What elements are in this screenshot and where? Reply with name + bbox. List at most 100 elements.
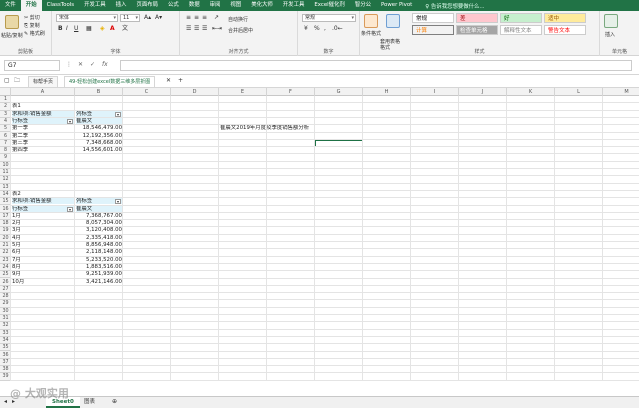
row-filter-icon[interactable]: ▾: [67, 206, 73, 212]
ribbon-tab[interactable]: 审阅: [205, 0, 226, 11]
align-center-icon[interactable]: ☰: [194, 25, 199, 33]
ribbon-tab[interactable]: 视图: [225, 0, 246, 11]
column-header[interactable]: J: [459, 88, 507, 96]
doc-tab-home[interactable]: 标帮手页: [28, 76, 59, 87]
paste-button[interactable]: 粘贴/复制: [1, 32, 23, 39]
align-left-icon[interactable]: ☰: [186, 25, 191, 33]
ribbon-tab[interactable]: 公式: [163, 0, 184, 11]
ribbon-tab[interactable]: 开始: [20, 0, 42, 11]
border-icon[interactable]: ▦: [86, 25, 92, 33]
scroll-left-icon[interactable]: ◂: [4, 398, 7, 406]
shrink-font-icon[interactable]: A▾: [155, 14, 162, 22]
column-header[interactable]: E: [219, 88, 267, 96]
ribbon-tab[interactable]: 开发工具: [278, 0, 310, 11]
column-header[interactable]: H: [363, 88, 411, 96]
font-size-select[interactable]: 11: [120, 14, 140, 22]
insert-function-icon[interactable]: fx: [102, 61, 108, 68]
align-top-icon[interactable]: ≡: [186, 14, 191, 22]
gridline-horizontal: [11, 328, 639, 330]
table-format-icon[interactable]: [386, 14, 400, 28]
style-preset[interactable]: 差: [456, 13, 498, 23]
ribbon-tab[interactable]: Excel催化剂: [309, 0, 349, 11]
ribbon-tab[interactable]: 美化大师: [246, 0, 278, 11]
gridline-horizontal: [11, 189, 639, 191]
gridline-horizontal: [11, 153, 639, 155]
align-middle-icon[interactable]: ≡: [194, 14, 199, 22]
gridline-horizontal: [11, 146, 639, 148]
underline-button[interactable]: U: [74, 25, 78, 33]
fill-color-icon[interactable]: ◈: [100, 25, 105, 33]
font-color-button[interactable]: A: [110, 25, 115, 33]
doc-tab-active[interactable]: 49-轻松创建excel数据三维多层折图: [64, 76, 156, 87]
column-header[interactable]: B: [75, 88, 123, 96]
column-header[interactable]: I: [411, 88, 459, 96]
style-preset[interactable]: 好: [500, 13, 542, 23]
sheet-tab-chart[interactable]: 图表: [78, 397, 101, 408]
formula-options-icon[interactable]: ⋮: [66, 61, 72, 68]
gridline-horizontal: [11, 131, 639, 133]
comma-button[interactable]: ,: [324, 25, 326, 33]
worksheet-grid[interactable]: ABCDEFGHIJKLMNO 123456789101112131415161…: [0, 88, 639, 396]
style-preset[interactable]: 解释性文本: [500, 25, 542, 35]
new-tab-button[interactable]: +: [178, 77, 183, 85]
close-doc-icon[interactable]: ✕: [166, 77, 171, 85]
conditional-format-button[interactable]: 条件格式: [361, 30, 381, 37]
column-filter-icon[interactable]: ▾: [115, 111, 121, 117]
gridline-horizontal: [11, 343, 639, 345]
conditional-format-icon[interactable]: [364, 14, 378, 28]
formula-input[interactable]: [120, 60, 632, 71]
tell-me-search[interactable]: ♀ 告诉我您想要做什么...: [425, 2, 484, 10]
column-header[interactable]: K: [507, 88, 555, 96]
open-folder-icon[interactable]: 🗀: [14, 77, 20, 85]
column-header[interactable]: G: [315, 88, 363, 96]
column-header[interactable]: F: [267, 88, 315, 96]
wrap-text-button[interactable]: 自动换行: [228, 16, 248, 23]
add-sheet-icon[interactable]: ⊕: [112, 398, 117, 406]
ribbon-tab[interactable]: 智分公: [350, 0, 376, 11]
paste-icon[interactable]: [5, 15, 19, 29]
ribbon-tab[interactable]: Power Pivot: [376, 0, 417, 11]
align-bottom-icon[interactable]: ≡: [202, 14, 207, 22]
percent-button[interactable]: %: [314, 25, 320, 33]
ribbon-tab[interactable]: 文件: [0, 0, 21, 11]
column-header[interactable]: D: [171, 88, 219, 96]
cut-button[interactable]: ✂ 剪切: [24, 14, 40, 21]
format-painter-button[interactable]: ✎ 格式刷: [24, 30, 45, 37]
column-header[interactable]: M: [603, 88, 639, 96]
insert-button[interactable]: 插入: [605, 31, 615, 38]
font-name-select[interactable]: 宋体: [56, 14, 118, 22]
enter-icon[interactable]: ✓: [90, 61, 95, 68]
merge-center-button[interactable]: 合并后居中: [228, 27, 253, 34]
bold-button[interactable]: B: [58, 25, 63, 33]
ribbon-tab[interactable]: 页面布局: [131, 0, 163, 11]
column-header[interactable]: L: [555, 88, 603, 96]
style-preset[interactable]: 检查单元格: [456, 25, 498, 35]
ribbon-tab[interactable]: ClassTools: [42, 0, 79, 11]
indent-icon[interactable]: ⇤⇥: [212, 25, 222, 33]
column-filter-icon[interactable]: ▾: [115, 199, 121, 205]
phonetic-icon[interactable]: 文: [122, 25, 128, 33]
style-preset[interactable]: 适中: [544, 13, 586, 23]
copy-button[interactable]: ⎘ 复制: [24, 22, 40, 29]
name-box[interactable]: G7: [4, 60, 60, 71]
style-preset[interactable]: 警告文本: [544, 25, 586, 35]
currency-icon[interactable]: ¥: [304, 25, 308, 33]
row-filter-icon[interactable]: ▾: [67, 118, 73, 124]
cancel-icon[interactable]: ✕: [78, 61, 83, 68]
style-preset[interactable]: 计算: [412, 25, 454, 35]
align-right-icon[interactable]: ☰: [202, 25, 207, 33]
orientation-icon[interactable]: ↗: [214, 14, 219, 22]
insert-cells-icon[interactable]: [604, 14, 618, 28]
ribbon-tab[interactable]: 开发工具: [79, 0, 111, 11]
grow-font-icon[interactable]: A▴: [144, 14, 151, 22]
number-format-select[interactable]: 常规: [302, 14, 356, 22]
decimal-icon[interactable]: .0←: [332, 25, 343, 33]
style-preset[interactable]: 常规: [412, 13, 454, 23]
column-header[interactable]: C: [123, 88, 171, 96]
select-all-corner[interactable]: [0, 88, 11, 96]
ribbon-tab[interactable]: 数据: [184, 0, 205, 11]
ribbon-tab[interactable]: 插入: [111, 0, 132, 11]
italic-button[interactable]: I: [66, 25, 68, 33]
new-doc-icon[interactable]: ▢: [4, 77, 10, 85]
column-header[interactable]: A: [11, 88, 75, 96]
